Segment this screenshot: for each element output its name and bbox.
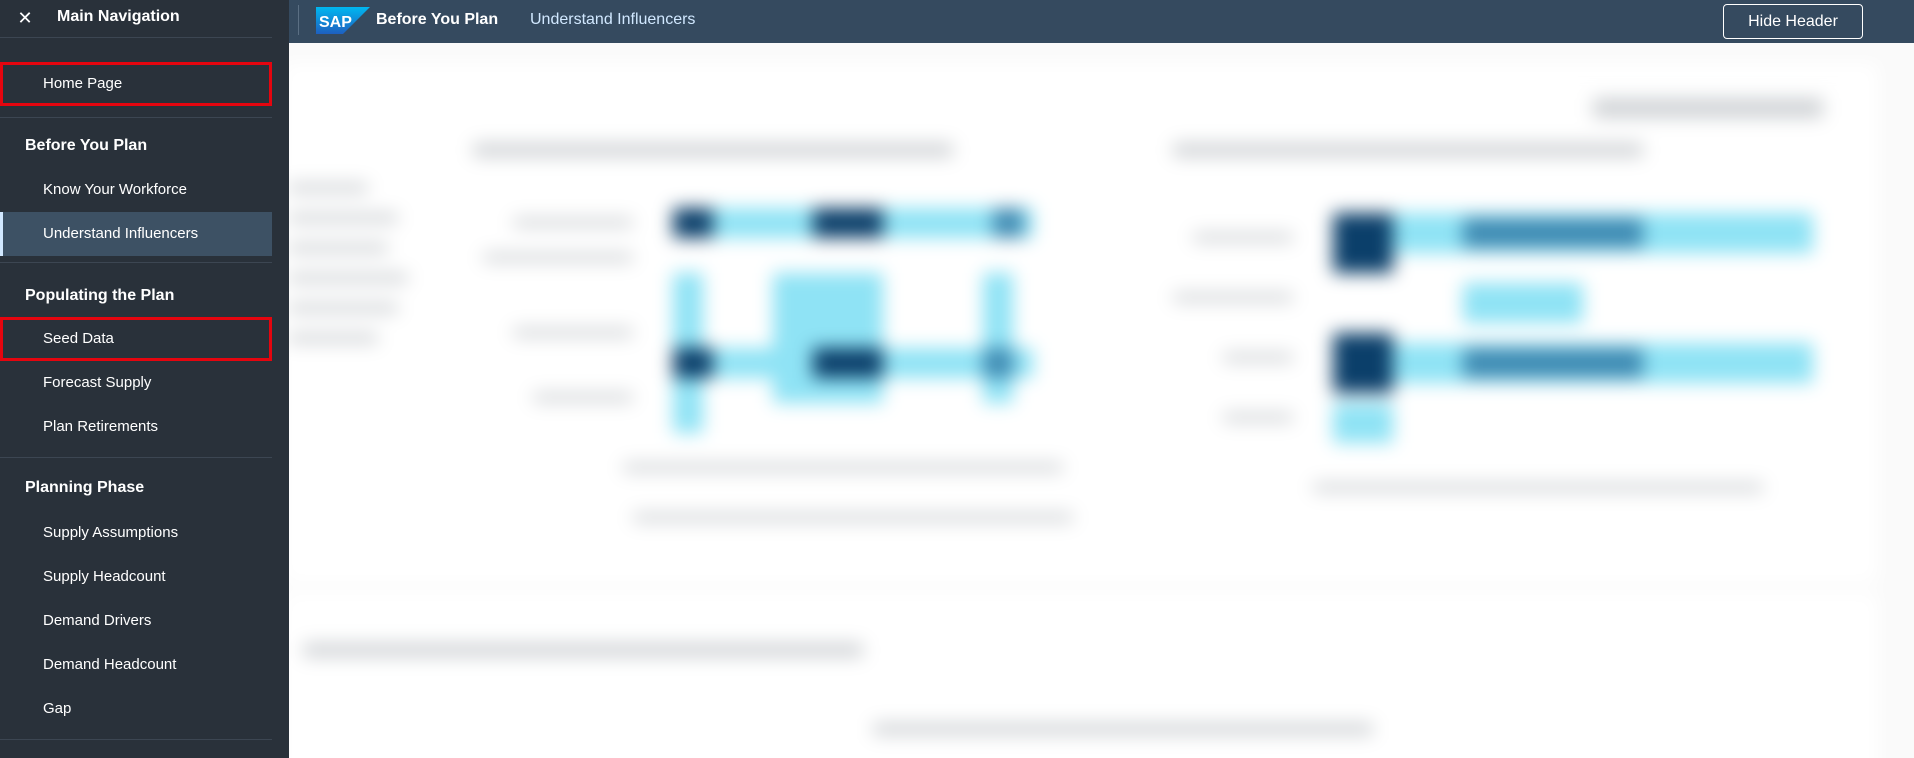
- blurred-axis-label: [1173, 293, 1293, 302]
- divider: [0, 37, 272, 38]
- nav-item-forecast-supply[interactable]: Forecast Supply: [0, 361, 272, 405]
- nav-item-supply-assumptions[interactable]: Supply Assumptions: [0, 511, 272, 555]
- blurred-text: [288, 273, 408, 283]
- nav-item-understand-influencers[interactable]: Understand Influencers: [0, 212, 272, 256]
- blurred-axis-label: [1223, 413, 1293, 422]
- heat-block: [1463, 283, 1583, 323]
- chart-panel-top: [283, 63, 1878, 583]
- nav-header: ✕ Main Navigation: [0, 0, 272, 37]
- blurred-text: [288, 213, 398, 223]
- shell-divider: [298, 5, 299, 35]
- nav-item-plan-retirements[interactable]: Plan Retirements: [0, 405, 272, 449]
- breadcrumb-understand-influencers[interactable]: Understand Influencers: [530, 11, 695, 29]
- nav-group-planning-phase: Planning Phase: [25, 479, 145, 496]
- heat-block: [773, 273, 883, 403]
- blurred-chart-title-left: [473, 143, 953, 157]
- blurred-axis-label: [623, 463, 1063, 472]
- heat-block: [1333, 403, 1393, 443]
- blurred-dashboard: [273, 43, 1914, 758]
- heat-cell-mid: [1463, 348, 1643, 378]
- heat-cell-mid: [993, 208, 1023, 238]
- hide-header-button[interactable]: Hide Header: [1723, 4, 1863, 39]
- blurred-axis-label: [513, 328, 633, 337]
- nav-item-demand-drivers[interactable]: Demand Drivers: [0, 599, 272, 643]
- heat-cell-dark: [673, 348, 713, 378]
- nav-item-seed-data[interactable]: Seed Data: [0, 317, 272, 361]
- divider: [0, 262, 272, 263]
- blurred-chart-title: [303, 643, 863, 657]
- heat-col: [983, 273, 1013, 403]
- nav-item-know-your-workforce[interactable]: Know Your Workforce: [0, 168, 272, 212]
- blurred-axis-label: [1223, 353, 1293, 362]
- blurred-button: [1593, 98, 1823, 118]
- blurred-axis-label: [483, 253, 633, 262]
- heat-cell-dark: [673, 208, 713, 238]
- divider: [0, 457, 272, 458]
- blurred-axis-label: [513, 218, 633, 227]
- heat-cell-mid: [983, 348, 1013, 378]
- blurred-text: [288, 333, 378, 343]
- blurred-text: [288, 303, 398, 313]
- blurred-text: [288, 243, 388, 253]
- heat-cell-dark: [1333, 213, 1393, 273]
- side-navigation: ✕ Main Navigation Home Page Before You P…: [0, 0, 289, 758]
- divider: [0, 739, 272, 740]
- blurred-legend: [873, 723, 1373, 735]
- nav-title: Main Navigation: [57, 8, 180, 25]
- nav-item-home-page[interactable]: Home Page: [0, 62, 272, 106]
- nav-item-demand-headcount[interactable]: Demand Headcount: [0, 643, 272, 687]
- sap-logo[interactable]: SAP: [316, 7, 370, 34]
- blurred-axis-label: [1193, 233, 1293, 242]
- nav-group-before-you-plan: Before You Plan: [25, 137, 148, 154]
- close-icon[interactable]: ✕: [14, 7, 36, 29]
- nav-item-gap[interactable]: Gap: [0, 687, 272, 731]
- blurred-axis-label: [1313, 483, 1763, 492]
- heat-cell-dark: [1333, 333, 1393, 393]
- app-title[interactable]: Before You Plan: [376, 11, 498, 29]
- blurred-axis-label: [633, 513, 1073, 522]
- heat-cell-mid: [1463, 218, 1643, 248]
- heat-cell-dark: [813, 208, 883, 238]
- sap-logo-text: SAP: [319, 14, 352, 31]
- main-content-blurred: [273, 43, 1914, 758]
- blurred-axis-label: [533, 393, 633, 402]
- blurred-text: [288, 183, 368, 193]
- heat-cell-dark: [813, 348, 883, 378]
- blurred-chart-title-right: [1173, 143, 1643, 157]
- divider: [0, 117, 272, 118]
- nav-item-supply-headcount[interactable]: Supply Headcount: [0, 555, 272, 599]
- nav-group-populating-the-plan: Populating the Plan: [25, 287, 175, 304]
